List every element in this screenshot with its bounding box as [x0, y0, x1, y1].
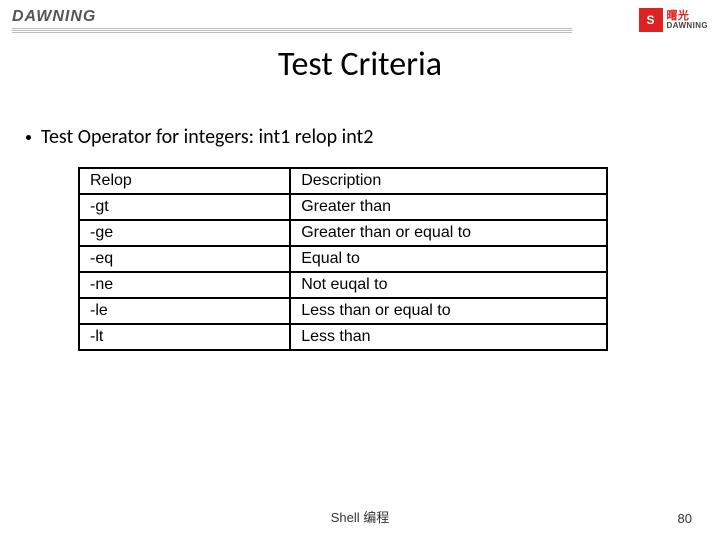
table-header-relop: Relop [79, 168, 290, 194]
cell-desc: Equal to [290, 246, 607, 272]
page-title: Test Criteria [0, 44, 720, 85]
brand-logo-icon: S [639, 8, 663, 32]
bullet-icon [26, 135, 31, 140]
cell-relop: -ne [79, 272, 290, 298]
cell-desc: Less than or equal to [290, 298, 607, 324]
footer-page-number: 80 [678, 511, 692, 526]
bullet-line: Test Operator for integers: int1 relop i… [26, 125, 720, 149]
cell-desc: Less than [290, 324, 607, 350]
brand-right: S 曙光 DAWNING [639, 8, 708, 32]
table-row: -ne Not euqal to [79, 272, 607, 298]
brand-left: DAWNING [12, 8, 572, 34]
brand-right-text: 曙光 DAWNING [667, 11, 708, 30]
brand-right-main: 曙光 [667, 11, 708, 22]
cell-relop: -le [79, 298, 290, 324]
bullet-text: Test Operator for integers: int1 relop i… [41, 125, 373, 149]
table-row: -gt Greater than [79, 194, 607, 220]
table-row: -le Less than or equal to [79, 298, 607, 324]
cell-relop: -lt [79, 324, 290, 350]
brand-underline [12, 28, 572, 34]
cell-desc: Not euqal to [290, 272, 607, 298]
table-row: -ge Greater than or equal to [79, 220, 607, 246]
cell-relop: -eq [79, 246, 290, 272]
cell-relop: -gt [79, 194, 290, 220]
cell-desc: Greater than or equal to [290, 220, 607, 246]
table-row: -eq Equal to [79, 246, 607, 272]
brand-right-small1: DAWNING [667, 22, 708, 30]
table-header-row: Relop Description [79, 168, 607, 194]
criteria-table: Relop Description -gt Greater than -ge G… [78, 167, 608, 351]
header-bar: DAWNING S 曙光 DAWNING [0, 0, 720, 40]
brand-text: DAWNING [12, 8, 572, 26]
footer-center: Shell 编程 [331, 507, 390, 526]
table-header-description: Description [290, 168, 607, 194]
cell-relop: -ge [79, 220, 290, 246]
cell-desc: Greater than [290, 194, 607, 220]
table-row: -lt Less than [79, 324, 607, 350]
